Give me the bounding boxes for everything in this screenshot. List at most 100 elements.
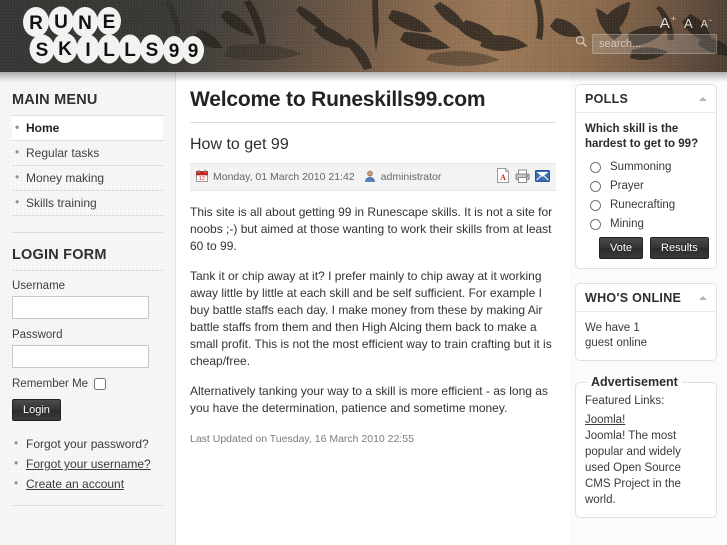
font-size-decrease-button[interactable]: A- <box>701 15 713 31</box>
create-account-link[interactable]: Create an account <box>26 477 124 491</box>
article-tools[interactable]: A <box>496 167 550 186</box>
article-author: administrator <box>364 170 442 185</box>
svg-text:L: L <box>103 40 115 61</box>
svg-text:9: 9 <box>169 41 180 62</box>
search-input[interactable] <box>592 34 717 54</box>
login-button[interactable]: Login <box>12 399 61 421</box>
list-item[interactable]: Forgot your username? <box>12 456 163 477</box>
svg-text:S: S <box>36 40 49 61</box>
svg-text:9: 9 <box>188 41 199 62</box>
polls-title: POLLS <box>585 92 629 106</box>
sidebar-link-money-making[interactable]: Money making <box>12 166 163 190</box>
svg-text:12: 12 <box>199 176 205 182</box>
font-size-increase-sup: + <box>670 14 677 24</box>
svg-text:I: I <box>85 40 90 61</box>
sidebar-item-skills-training[interactable]: Skills training <box>12 191 163 216</box>
print-icon[interactable] <box>515 169 530 186</box>
user-avatar-icon <box>364 170 376 185</box>
login-form-rule <box>12 270 163 271</box>
sidebar-link-home[interactable]: Home <box>12 116 163 140</box>
svg-text:K: K <box>58 39 72 60</box>
font-size-decrease-sup: - <box>709 15 713 26</box>
poll-option-summoning[interactable]: Summoning <box>585 161 707 173</box>
password-field[interactable] <box>12 345 149 368</box>
font-size-increase-button[interactable]: A+ <box>660 14 677 32</box>
poll-label-summoning[interactable]: Summoning <box>610 161 671 173</box>
sidebar-item-money-making[interactable]: Money making <box>12 166 163 191</box>
username-label: Username <box>12 280 66 292</box>
poll-radio-summoning[interactable] <box>590 161 601 173</box>
poll-label-mining[interactable]: Mining <box>610 218 644 230</box>
sidebar-link-regular-tasks[interactable]: Regular tasks <box>12 141 163 165</box>
site-header: R U N E S K I L L S 9 9 A+ A A- <box>0 0 727 72</box>
poll-radio-prayer[interactable] <box>590 180 601 192</box>
article-date: 12 Monday, 01 March 2010 21:42 <box>196 169 355 185</box>
svg-text:R: R <box>29 13 43 34</box>
main-content: Welcome to Runeskills99.com How to get 9… <box>176 72 570 545</box>
list-item[interactable]: Forgot your password? <box>12 436 163 457</box>
svg-text:E: E <box>103 12 116 33</box>
sidebar-item-home[interactable]: Home <box>12 116 163 141</box>
online-count-line1: We have 1 <box>585 322 640 334</box>
font-size-decrease-label: A <box>700 19 709 31</box>
main-menu-list: Home Regular tasks Money making Skills t… <box>12 115 163 216</box>
forgot-username-link[interactable]: Forgot your username? <box>26 457 151 471</box>
page-title: Welcome to Runeskills99.com <box>190 88 486 111</box>
login-form-title: LOGIN FORM <box>12 247 107 263</box>
remember-me-checkbox[interactable] <box>94 378 107 390</box>
sidebar-item-regular-tasks[interactable]: Regular tasks <box>12 141 163 166</box>
whos-online-header: WHO'S ONLINE <box>576 284 716 312</box>
site-logo[interactable]: R U N E S K I L L S 9 9 <box>14 4 209 70</box>
whos-online-module: WHO'S ONLINE We have 1 guest online <box>575 283 717 361</box>
poll-option-mining[interactable]: Mining <box>585 218 707 230</box>
body-wrapper: MAIN MENU Home Regular tasks Money makin… <box>0 72 727 545</box>
font-size-reset-button[interactable]: A <box>684 16 694 31</box>
search-icon <box>575 35 588 53</box>
sidebar-link-skills-training[interactable]: Skills training <box>12 191 163 215</box>
remember-me-label: Remember Me <box>12 378 89 390</box>
main-menu-title: MAIN MENU <box>12 92 98 108</box>
joomla-link[interactable]: Joomla! <box>585 414 707 426</box>
article-meta: 12 Monday, 01 March 2010 21:42 administr… <box>190 163 556 191</box>
svg-text:U: U <box>54 12 68 33</box>
search-form[interactable] <box>575 34 717 54</box>
poll-label-prayer[interactable]: Prayer <box>610 180 644 192</box>
vote-button[interactable]: Vote <box>599 237 644 259</box>
forgot-password-link[interactable]: Forgot your password? <box>26 437 149 451</box>
advertisement-module: Advertisement Featured Links: Joomla! Jo… <box>575 375 717 518</box>
polls-module-body: Which skill is the hardest to get to 99?… <box>576 113 716 268</box>
article-body: This site is all about getting 99 in Run… <box>190 204 556 417</box>
left-sidebar: MAIN MENU Home Regular tasks Money makin… <box>0 72 176 545</box>
right-sidebar: POLLS Which skill is the hardest to get … <box>570 72 727 545</box>
font-size-increase-label: A <box>659 15 671 32</box>
pdf-icon[interactable]: A <box>496 167 510 186</box>
sidebar-divider <box>12 232 163 233</box>
article-paragraph: Tank it or chip away at it? I prefer mai… <box>190 269 552 368</box>
svg-text:N: N <box>78 13 92 34</box>
poll-question: Which skill is the hardest to get to 99? <box>585 123 699 150</box>
online-count-line2: guest online <box>585 337 648 349</box>
poll-radio-runecrafting[interactable] <box>590 199 601 211</box>
polls-module-header: POLLS <box>576 85 716 113</box>
chevron-up-icon[interactable] <box>699 97 707 101</box>
poll-label-runecrafting[interactable]: Runecrafting <box>610 199 675 211</box>
whos-online-title: WHO'S ONLINE <box>585 291 682 305</box>
featured-links-label: Featured Links: <box>585 395 665 407</box>
svg-text:S: S <box>146 40 159 61</box>
list-item[interactable]: Create an account <box>12 476 163 497</box>
svg-text:L: L <box>124 40 136 61</box>
username-field[interactable] <box>12 296 149 319</box>
password-label: Password <box>12 329 63 341</box>
poll-option-runecrafting[interactable]: Runecrafting <box>585 199 707 211</box>
poll-radio-mining[interactable] <box>590 218 601 230</box>
sidebar-footer-rule <box>12 505 163 506</box>
chevron-up-icon[interactable] <box>699 296 707 300</box>
poll-actions: Vote Results <box>585 237 709 259</box>
email-icon[interactable] <box>535 169 550 185</box>
remember-me-row[interactable]: Remember Me <box>12 378 163 390</box>
login-help-links: Forgot your password? Forgot your userna… <box>12 436 163 497</box>
font-size-switcher[interactable]: A+ A A- <box>660 14 713 32</box>
article-author-text: administrator <box>380 171 442 183</box>
results-button[interactable]: Results <box>650 237 709 259</box>
poll-option-prayer[interactable]: Prayer <box>585 180 707 192</box>
